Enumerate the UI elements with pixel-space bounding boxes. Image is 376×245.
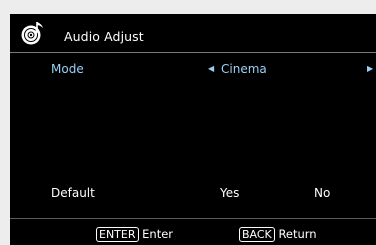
disc-music-icon xyxy=(20,20,48,46)
mode-setting-row[interactable]: Mode ◀ Cinema ▶ xyxy=(10,59,376,79)
arrow-left-icon[interactable]: ◀ xyxy=(208,59,214,79)
yes-option-button[interactable]: Yes xyxy=(220,183,239,203)
default-setting-row: Default Yes No xyxy=(10,183,376,203)
divider-bottom xyxy=(10,218,376,219)
osd-screen: Audio Adjust Mode ◀ Cinema ▶ Default Yes… xyxy=(10,14,376,245)
title-bar: Audio Adjust xyxy=(10,14,376,50)
back-hint-text: Return xyxy=(278,227,317,241)
back-hint: BACK Return xyxy=(239,224,317,244)
default-label: Default xyxy=(51,186,95,200)
arrow-right-icon[interactable]: ▶ xyxy=(367,59,373,79)
enter-hint-text: Enter xyxy=(142,227,174,241)
back-key-icon: BACK xyxy=(239,227,275,242)
mode-value: Cinema xyxy=(221,62,267,76)
no-option-button[interactable]: No xyxy=(314,183,330,203)
enter-key-icon: ENTER xyxy=(96,227,139,242)
mode-label: Mode xyxy=(51,62,84,76)
enter-hint: ENTER Enter xyxy=(96,224,173,244)
page-title: Audio Adjust xyxy=(64,29,144,44)
divider-top xyxy=(10,52,376,53)
button-guide: ENTER Enter BACK Return xyxy=(10,224,376,244)
